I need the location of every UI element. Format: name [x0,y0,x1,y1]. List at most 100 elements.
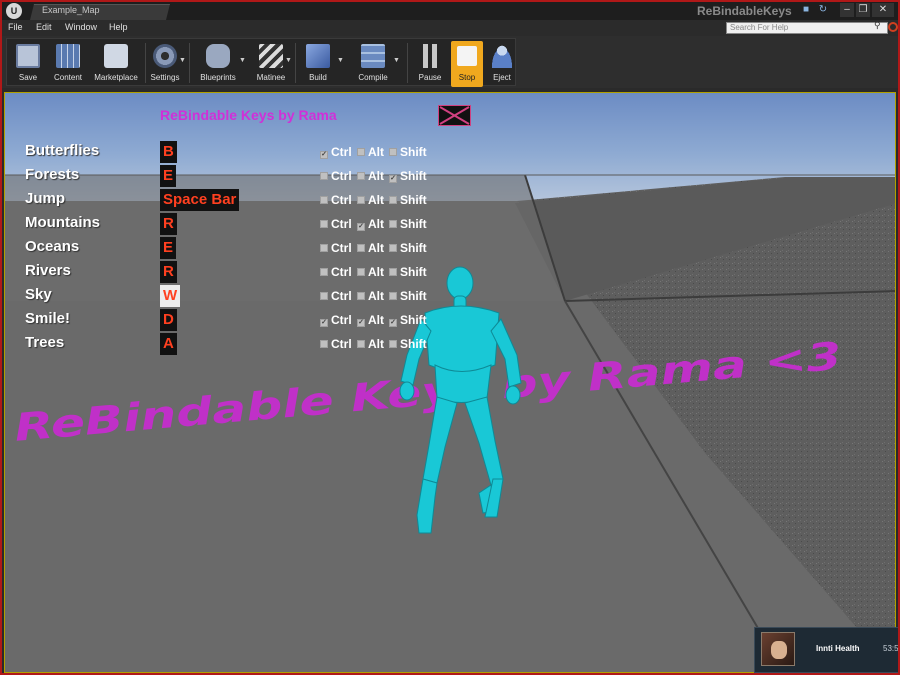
settings-button[interactable]: Settings [145,41,185,87]
compile-label: Compile [358,73,388,82]
key-row-jump: Jump Space Bar Ctrl Alt Shift [5,189,445,213]
shift-checkbox[interactable]: Shift [389,145,427,159]
key-binding-button-active[interactable]: W [160,285,181,307]
blueprints-dropdown-icon[interactable]: ▼ [239,57,246,64]
build-button[interactable]: Build [301,41,335,87]
checkbox-checked-icon: ✓ [357,223,365,231]
ctrl-checkbox[interactable]: Ctrl [320,337,352,351]
shift-label: Shift [400,145,427,159]
menu-window[interactable]: Window [65,22,97,32]
alt-checkbox[interactable]: Alt [357,337,384,351]
marketplace-button[interactable]: Marketplace [89,41,143,87]
shift-checkbox[interactable]: ✓ Shift [389,313,427,327]
action-name: Smile! [25,310,71,327]
matinee-button[interactable]: Matinee [251,41,291,87]
checkbox-icon [389,244,397,252]
build-dropdown-icon[interactable]: ▼ [337,57,344,64]
alt-checkbox[interactable]: Alt [357,193,384,207]
ctrl-checkbox[interactable]: Ctrl [320,169,352,183]
close-window-button[interactable]: ✕ [872,3,894,17]
toolbar-divider [407,43,408,83]
alt-checkbox[interactable]: ✓ Alt [357,313,384,327]
alt-checkbox[interactable]: Alt [357,241,384,255]
shift-checkbox[interactable]: Shift [389,217,427,231]
alt-checkbox[interactable]: Alt [357,145,384,159]
close-menu-icon[interactable] [438,105,471,126]
key-binding-button[interactable]: E [160,165,177,187]
ctrl-checkbox[interactable]: Ctrl [320,193,352,207]
shift-checkbox[interactable]: Shift [389,289,427,303]
key-binding-button[interactable]: Space Bar [160,189,240,211]
checkbox-icon [320,220,328,228]
alt-checkbox[interactable]: Alt [357,289,384,303]
ctrl-label: Ctrl [331,145,352,159]
game-viewport[interactable]: ReBindable Keys by Rama <3 ReBindable Ke… [4,92,896,673]
ctrl-label: Ctrl [331,337,352,351]
checkbox-checked-icon: ✓ [320,319,328,327]
ctrl-label: Ctrl [331,169,352,183]
ctrl-label: Ctrl [331,313,352,327]
checkbox-icon [389,148,397,156]
shift-checkbox[interactable]: Shift [389,241,427,255]
alt-checkbox[interactable]: ✓ Alt [357,217,384,231]
restore-button[interactable]: ❐ [856,3,870,17]
search-icon[interactable]: ⚲ [874,20,881,31]
settings-dropdown-icon[interactable]: ▼ [179,57,186,64]
character-left-hand [399,381,415,401]
checkbox-icon [389,220,397,228]
blueprints-button[interactable]: Blueprints [193,41,243,87]
save-button[interactable]: Save [11,41,45,87]
key-binding-button[interactable]: D [160,309,177,331]
notification-popup[interactable]: Innti Health 53:5 [754,627,898,673]
ctrl-checkbox[interactable]: ✓ Ctrl [320,145,352,159]
toolbar-divider [295,43,296,83]
shift-checkbox[interactable]: Shift [389,265,427,279]
ctrl-checkbox[interactable]: Ctrl [320,265,352,279]
eject-button[interactable]: Eject [485,41,519,87]
menu-file[interactable]: File [8,22,23,32]
content-label: Content [53,73,83,82]
content-button[interactable]: Content [49,41,87,87]
stop-button[interactable]: Stop [451,41,483,87]
no-entry-icon[interactable] [888,22,898,32]
shift-label: Shift [400,217,427,231]
ctrl-checkbox[interactable]: Ctrl [320,217,352,231]
chat-icon[interactable]: ■ [799,3,813,17]
character-left-shin [416,478,438,534]
matinee-dropdown-icon[interactable]: ▼ [285,57,292,64]
key-binding-button[interactable]: E [160,237,177,259]
eject-label: Eject [493,73,511,82]
key-binding-button[interactable]: R [160,213,177,235]
key-row-forests: Forests E Ctrl Alt ✓ Shift [5,165,445,189]
key-row-butterflies: Butterflies B ✓ Ctrl Alt Shift [5,141,445,165]
ctrl-checkbox[interactable]: Ctrl [320,241,352,255]
key-row-rivers: Rivers R Ctrl Alt Shift [5,261,445,285]
ctrl-checkbox[interactable]: ✓ Ctrl [320,313,352,327]
key-binding-button[interactable]: A [160,333,177,355]
ctrl-label: Ctrl [331,265,352,279]
shift-checkbox[interactable]: Shift [389,193,427,207]
minimize-button[interactable]: – [840,3,854,17]
help-search-input[interactable]: Search For Help [726,22,888,34]
menu-edit[interactable]: Edit [36,22,52,32]
pause-button[interactable]: Pause [413,41,447,87]
action-name: Butterflies [25,142,100,159]
alt-checkbox[interactable]: Alt [357,265,384,279]
alt-label: Alt [368,289,384,303]
compile-button[interactable]: Compile [351,41,395,87]
key-binding-button[interactable]: R [160,261,177,283]
unreal-logo-icon[interactable]: U [6,3,22,19]
menu-help[interactable]: Help [109,22,128,32]
sync-icon[interactable]: ↻ [816,3,830,17]
shift-checkbox[interactable]: ✓ Shift [389,169,427,183]
map-tab-label: Example_Map [42,5,100,15]
alt-checkbox[interactable]: Alt [357,169,384,183]
menu-bar: File Edit Window Help Search For Help ⚲ [2,20,898,36]
compile-dropdown-icon[interactable]: ▼ [393,57,400,64]
alt-label: Alt [368,217,384,231]
key-binding-button[interactable]: B [160,141,177,163]
shift-checkbox[interactable]: Shift [389,337,427,351]
checkbox-icon [389,196,397,204]
ctrl-checkbox[interactable]: Ctrl [320,289,352,303]
checkbox-icon [357,148,365,156]
